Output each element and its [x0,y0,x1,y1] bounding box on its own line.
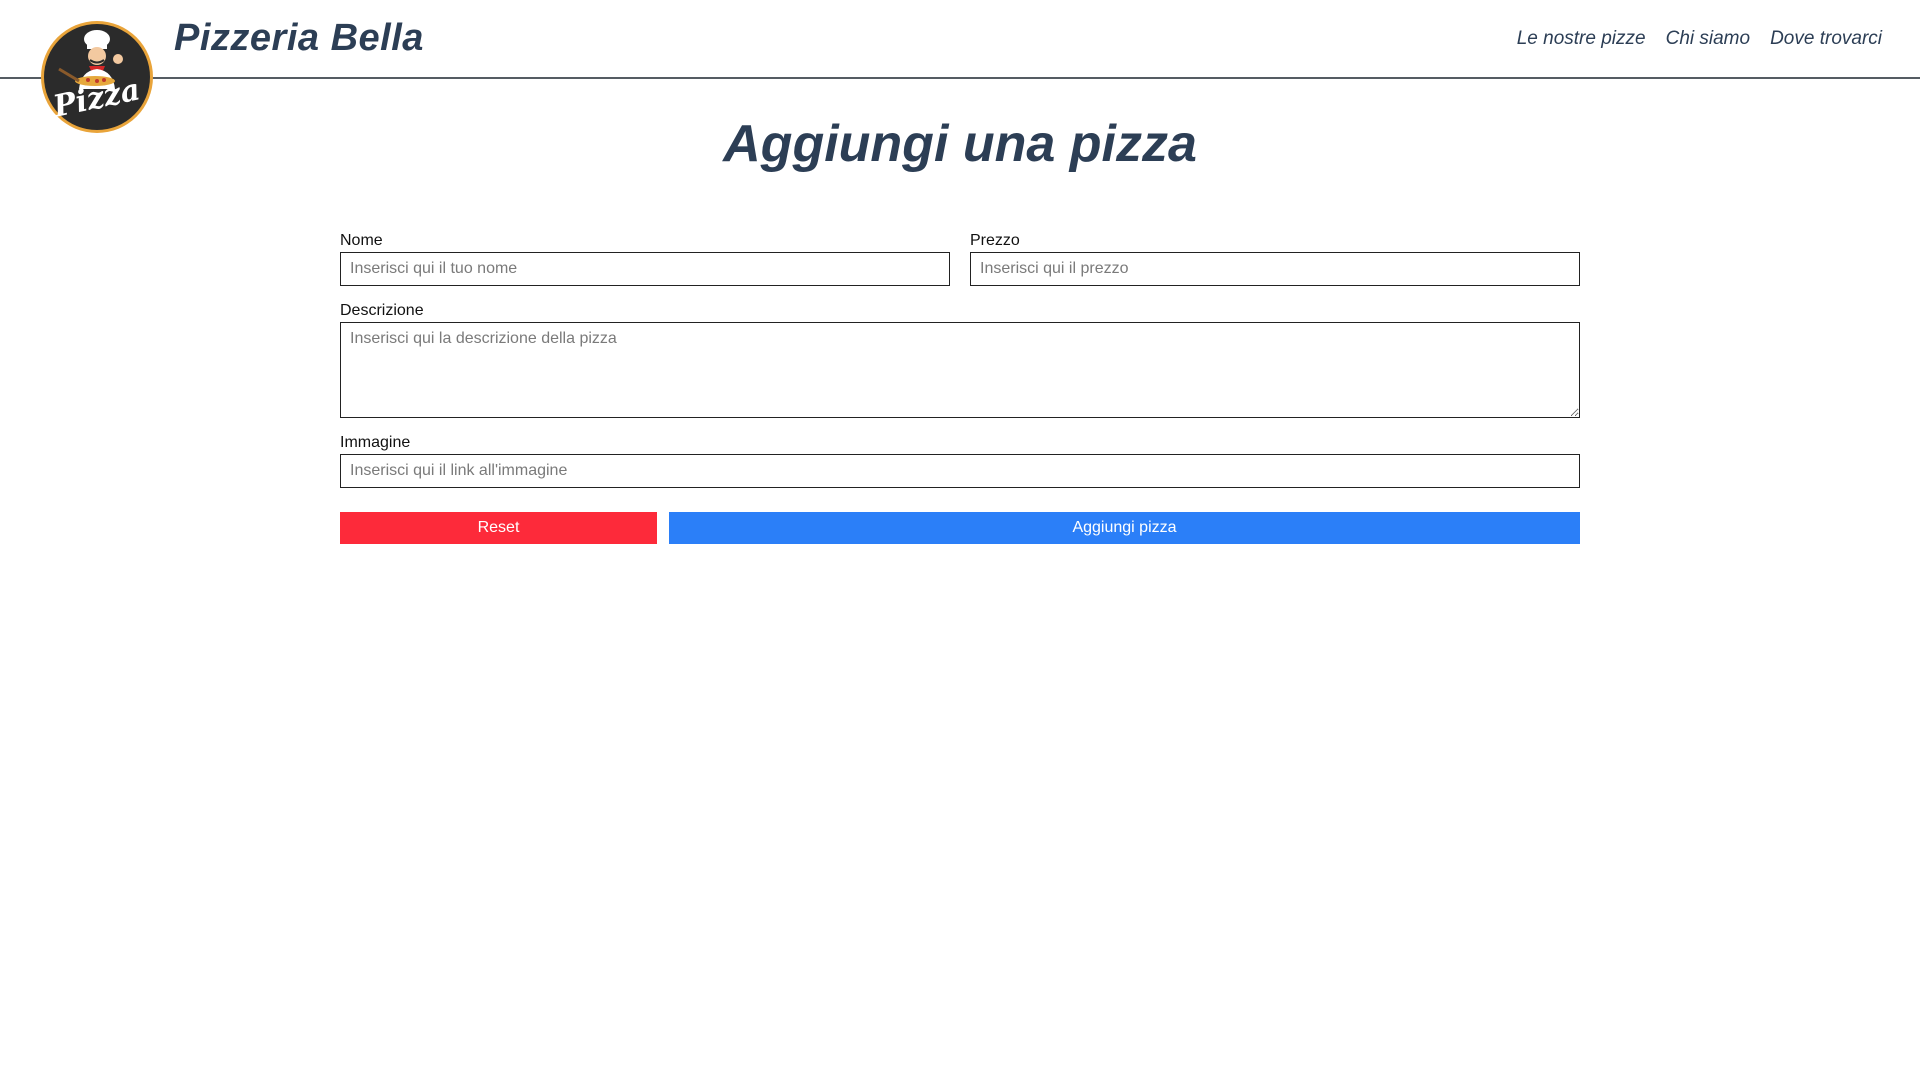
add-pizza-button[interactable]: Aggiungi pizza [669,512,1580,544]
nome-input[interactable] [340,252,950,286]
prezzo-input[interactable] [970,252,1580,286]
site-header: Pizzeria Bella Le nostre pizze Chi siamo… [0,0,1920,79]
add-pizza-form: Nome Prezzo Descrizione Immagine Reset A… [340,230,1580,544]
page-title: Aggiungi una pizza [723,115,1197,173]
form-buttons: Reset Aggiungi pizza [340,512,1580,544]
immagine-input[interactable] [340,454,1580,488]
nav-link-le-nostre-pizze[interactable]: Le nostre pizze [1517,28,1646,50]
nome-field: Nome [340,230,950,286]
pizzeria-logo[interactable]: Pizza [39,19,155,135]
immagine-label: Immagine [340,434,411,451]
main-nav: Le nostre pizze Chi siamo Dove trovarci [1517,28,1882,50]
reset-button[interactable]: Reset [340,512,657,544]
prezzo-label: Prezzo [970,232,1020,249]
descrizione-textarea[interactable] [340,322,1580,418]
prezzo-field: Prezzo [970,230,1580,286]
brand-title[interactable]: Pizzeria Bella [174,17,424,60]
nav-link-chi-siamo[interactable]: Chi siamo [1666,28,1750,50]
descrizione-field: Descrizione [340,300,1580,418]
immagine-field: Immagine [340,432,1580,488]
nome-label: Nome [340,232,383,249]
descrizione-label: Descrizione [340,302,424,319]
nav-link-dove-trovarci[interactable]: Dove trovarci [1770,28,1882,50]
